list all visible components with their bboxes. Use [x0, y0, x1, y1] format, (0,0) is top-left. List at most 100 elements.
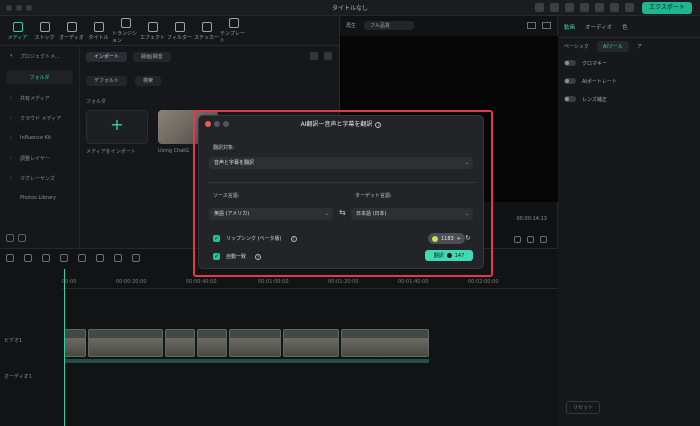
sidebar-item-cloud-media[interactable]: › クラウド メディア	[0, 108, 79, 128]
ai-portrait-row[interactable]: AIポートレート	[558, 72, 700, 90]
sticker-icon	[201, 21, 212, 32]
video-clip[interactable]	[165, 329, 196, 357]
collapse-icon[interactable]	[18, 234, 26, 242]
play-label: 再生	[346, 22, 357, 29]
video-clip[interactable]	[341, 329, 429, 357]
refresh-icon[interactable]: ↻	[465, 234, 471, 242]
audio-waveform[interactable]	[64, 359, 429, 363]
import-media-tile[interactable]: +	[86, 110, 148, 144]
playhead[interactable]	[64, 269, 65, 426]
tab-filter[interactable]: フィルター	[166, 16, 193, 46]
volume-icon[interactable]	[527, 236, 534, 243]
grid-icon[interactable]	[6, 254, 14, 262]
chevron-down-icon: ▾	[10, 53, 13, 59]
lipsync-row: ✓ リップシンク (ベータ版) ?	[213, 235, 297, 242]
info-icon[interactable]: ?	[255, 253, 262, 260]
info-icon[interactable]: ?	[290, 235, 297, 242]
tab-color[interactable]: 色	[622, 23, 628, 31]
sidebar-item-influence-kit[interactable]: › Influence Kit	[0, 128, 79, 148]
tab-basic[interactable]: ベーシック	[564, 43, 589, 50]
ai-portrait-toggle[interactable]	[564, 78, 576, 84]
lens-correction-row[interactable]: レンズ補正	[558, 90, 700, 108]
chroma-key-toggle[interactable]	[564, 60, 576, 66]
chevron-right-icon: ›	[10, 115, 12, 121]
headset-icon[interactable]	[595, 3, 604, 12]
send-icon[interactable]	[535, 3, 544, 12]
sidebar-item-project-media[interactable]: ▾ プロジェクトメ...	[0, 46, 79, 66]
tab-title[interactable]: タイトル	[85, 16, 112, 46]
crop-icon[interactable]	[132, 254, 140, 262]
target-select[interactable]: 音声と字幕を翻訳 ⌄	[209, 157, 473, 169]
video-clip[interactable]	[87, 329, 164, 357]
video-clip[interactable]	[282, 329, 340, 357]
tab-ai-tools[interactable]: AIツール	[596, 40, 629, 52]
tab-more[interactable]: ア	[637, 43, 642, 50]
ruler-tick: 00:01:20:00	[328, 279, 359, 285]
chroma-key-row[interactable]: クロマキー	[558, 54, 700, 72]
video-clips	[64, 329, 429, 357]
chevron-right-icon: ›	[10, 95, 12, 101]
tab-effect[interactable]: エフェクト	[139, 16, 166, 46]
upload-icon[interactable]	[550, 3, 559, 12]
tab-media[interactable]: メディア	[4, 16, 31, 46]
lipsync-checkbox[interactable]: ✓	[213, 235, 220, 242]
filter-icon[interactable]	[310, 52, 318, 60]
auto-match-checkbox[interactable]: ✓	[213, 253, 220, 260]
import-media-label: メディアをインポート	[86, 149, 136, 155]
quality-select[interactable]: フル品質	[364, 20, 415, 30]
sidebar-item-folder[interactable]: フォルダ	[6, 70, 73, 84]
source-language-select[interactable]: 英語 (アメリカ) ⌄	[209, 208, 333, 220]
plus-icon: +	[456, 235, 461, 242]
target-language-select[interactable]: 日本語 (日本) ⌄	[351, 208, 473, 220]
cut-icon[interactable]	[96, 254, 104, 262]
lens-correction-toggle[interactable]	[564, 96, 576, 102]
plus-icon: +	[110, 115, 124, 134]
new-folder-icon[interactable]	[6, 234, 14, 242]
tab-stock[interactable]: ストック	[31, 16, 58, 46]
display-icon[interactable]	[542, 21, 551, 29]
delete-icon[interactable]	[78, 254, 86, 262]
folder-heading: フォルダ	[86, 99, 107, 105]
redo-icon[interactable]	[60, 254, 68, 262]
sidebar-item-shared-media[interactable]: › 共有メディア	[0, 88, 79, 108]
snapshot-icon[interactable]	[527, 21, 536, 29]
gift-icon[interactable]	[610, 3, 619, 12]
video-clip[interactable]	[197, 329, 228, 357]
select-icon[interactable]	[24, 254, 32, 262]
tab-template[interactable]: テンプレート	[220, 16, 247, 46]
save-icon[interactable]	[580, 3, 589, 12]
export-button[interactable]: エクスポート	[642, 2, 692, 14]
user-icon[interactable]	[625, 3, 634, 12]
credit-icon	[432, 235, 438, 242]
video-clip[interactable]	[64, 329, 86, 357]
import-button[interactable]: インポート	[86, 52, 128, 62]
sidebar-item-adjustment-layer[interactable]: › 調整レイヤー	[0, 148, 79, 168]
media-thumbnail-label: Using ChatG	[158, 148, 190, 154]
translate-button[interactable]: 翻訳 147	[425, 250, 473, 261]
tab-sticker[interactable]: ステッカー	[193, 16, 220, 46]
sidebar-item-compound[interactable]: › マグレーヤンズ	[0, 168, 79, 188]
info-icon[interactable]: ?	[375, 121, 382, 128]
tab-audio-inspector[interactable]: オーディオ	[585, 23, 612, 31]
video-clip[interactable]	[229, 329, 281, 357]
sidebar-item-photos-library[interactable]: Photos Library	[0, 188, 79, 208]
text-icon[interactable]	[114, 254, 122, 262]
timeline-ruler[interactable]: 00:00 00:00:20:00 00:00:40:00 00:01:00:0…	[62, 277, 558, 289]
fullscreen-icon[interactable]	[540, 236, 547, 243]
camera-icon[interactable]	[514, 236, 521, 243]
tab-transition[interactable]: トランジション	[112, 16, 139, 46]
lipsync-label: リップシンク (ベータ版)	[226, 236, 282, 242]
tab-video[interactable]: 動画	[564, 23, 575, 31]
record-button[interactable]: 録画|録音	[133, 52, 171, 62]
grid-icon[interactable]	[565, 3, 574, 12]
undo-icon[interactable]	[42, 254, 50, 262]
swap-icon[interactable]: ⇆	[339, 208, 346, 217]
search-input[interactable]: 検索	[135, 76, 162, 86]
source-language-label: ソース言語:	[213, 193, 240, 199]
more-icon[interactable]	[324, 52, 332, 60]
reset-button[interactable]: リセット	[566, 401, 601, 414]
sort-select[interactable]: デフォルト	[86, 76, 128, 86]
ruler-tick: 00:00:40:00	[186, 279, 217, 285]
lipsync-credits-pill[interactable]: 1183 +	[428, 233, 465, 244]
tab-audio[interactable]: オーディオ	[58, 16, 85, 46]
